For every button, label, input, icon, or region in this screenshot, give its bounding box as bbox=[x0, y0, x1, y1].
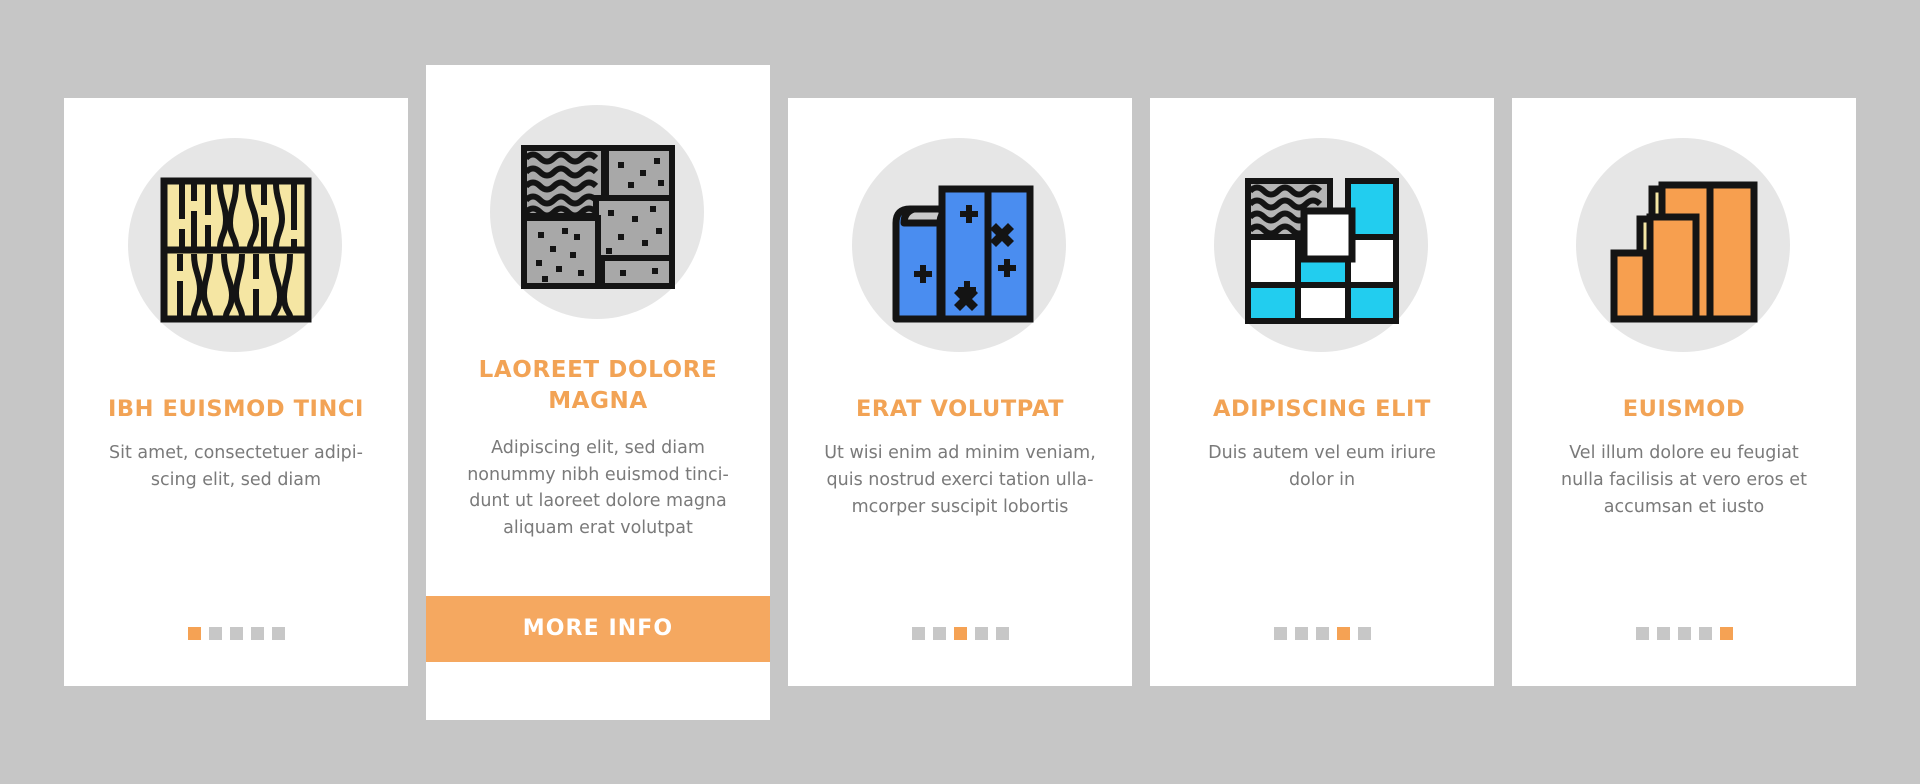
card-title: ERAT VOLUTPAT bbox=[855, 396, 1065, 422]
pagination-dots[interactable] bbox=[1273, 627, 1371, 640]
stone-tile-texture-glyph bbox=[521, 145, 675, 289]
laminate-planks-glyph bbox=[1610, 181, 1758, 323]
pagination-dot-3[interactable] bbox=[1677, 627, 1691, 640]
wood-plank-texture-glyph bbox=[160, 177, 312, 323]
pagination-dot-4[interactable] bbox=[1698, 627, 1712, 640]
card-description: Ut wisi enim ad minim veniam, quis nostr… bbox=[824, 443, 1096, 517]
card-title: IBH EUISMOD TINCI bbox=[107, 396, 365, 422]
pagination-dots[interactable] bbox=[911, 627, 1009, 640]
stone-tile-texture-icon bbox=[482, 101, 714, 333]
pagination-dot-5[interactable] bbox=[1719, 627, 1733, 640]
mosaic-tile-glyph bbox=[1245, 178, 1399, 324]
pagination-dot-3[interactable] bbox=[229, 627, 243, 640]
mosaic-tile-icon bbox=[1206, 134, 1438, 366]
pagination-dots[interactable] bbox=[187, 627, 285, 640]
wood-plank-texture-icon bbox=[120, 134, 352, 366]
carpet-roll-icon bbox=[844, 134, 1076, 366]
pagination-dot-3[interactable] bbox=[953, 627, 967, 640]
laminate-planks-icon bbox=[1568, 134, 1800, 366]
pagination-dot-2[interactable] bbox=[1656, 627, 1670, 640]
pagination-dot-5[interactable] bbox=[271, 627, 285, 640]
onboarding-card-5[interactable]: EUISMOD Vel illum dolore eu feugiat null… bbox=[1512, 98, 1856, 686]
card-description: Adipiscing elit, sed diam nonummy nibh e… bbox=[467, 438, 729, 538]
onboarding-card-2[interactable]: LAOREET DOLORE MAGNA Adipiscing elit, se… bbox=[426, 65, 770, 720]
onboarding-card-1[interactable]: IBH EUISMOD TINCI Sit amet, consectetuer… bbox=[64, 98, 408, 686]
pagination-dot-1[interactable] bbox=[911, 627, 925, 640]
pagination-dots[interactable] bbox=[1635, 627, 1733, 640]
card-description: Vel illum dolore eu feugiat nulla facili… bbox=[1561, 443, 1807, 517]
pagination-dot-2[interactable] bbox=[932, 627, 946, 640]
pagination-dot-4[interactable] bbox=[974, 627, 988, 640]
card-description: Sit amet, consectetuer adipi-scing elit,… bbox=[109, 443, 363, 490]
pagination-dot-4[interactable] bbox=[1336, 627, 1350, 640]
pagination-dot-5[interactable] bbox=[1357, 627, 1371, 640]
onboarding-card-3[interactable]: ERAT VOLUTPAT Ut wisi enim ad minim veni… bbox=[788, 98, 1132, 686]
carpet-roll-glyph bbox=[892, 185, 1034, 323]
more-info-button[interactable]: MORE INFO bbox=[426, 596, 770, 662]
pagination-dot-3[interactable] bbox=[1315, 627, 1329, 640]
card-description: Duis autem vel eum iriure dolor in bbox=[1208, 443, 1436, 490]
card-title: EUISMOD bbox=[1622, 396, 1746, 422]
pagination-dot-1[interactable] bbox=[1635, 627, 1649, 640]
onboarding-screens-stage: IBH EUISMOD TINCI Sit amet, consectetuer… bbox=[0, 0, 1920, 784]
card-list: IBH EUISMOD TINCI Sit amet, consectetuer… bbox=[0, 0, 1920, 784]
pagination-dot-4[interactable] bbox=[250, 627, 264, 640]
card-title: LAOREET DOLORE MAGNA bbox=[478, 357, 718, 415]
card-title: ADIPISCING ELIT bbox=[1213, 396, 1431, 422]
pagination-dot-5[interactable] bbox=[995, 627, 1009, 640]
pagination-dot-1[interactable] bbox=[1273, 627, 1287, 640]
pagination-dot-1[interactable] bbox=[187, 627, 201, 640]
pagination-dot-2[interactable] bbox=[1294, 627, 1308, 640]
pagination-dot-2[interactable] bbox=[208, 627, 222, 640]
onboarding-card-4[interactable]: ADIPISCING ELIT Duis autem vel eum iriur… bbox=[1150, 98, 1494, 686]
